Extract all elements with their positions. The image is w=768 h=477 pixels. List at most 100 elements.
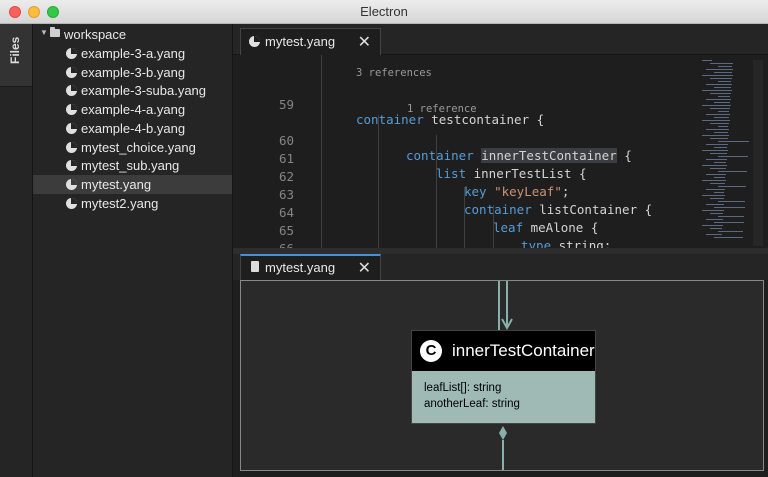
- codelens-references[interactable]: 1 reference: [407, 103, 477, 115]
- tree-file-item-selected[interactable]: mytest.yang: [33, 175, 232, 194]
- close-icon[interactable]: ✕: [358, 258, 371, 278]
- minimap-line: [710, 123, 729, 124]
- minimap-line: [706, 84, 732, 85]
- minimap-line: [702, 60, 712, 61]
- yang-file-icon: [66, 104, 77, 115]
- minimap-line: [718, 126, 728, 127]
- editor-tab-bar: mytest.yang ✕: [233, 24, 768, 55]
- tree-file-item[interactable]: mytest2.yang: [33, 194, 232, 213]
- yang-file-icon: [66, 48, 77, 59]
- minimap-line: [702, 120, 730, 121]
- minimap-line: [702, 135, 729, 136]
- minimap-line: [706, 144, 728, 145]
- minimap-line: [714, 117, 729, 118]
- close-icon[interactable]: ✕: [358, 32, 371, 52]
- tree-file-item[interactable]: example-4-a.yang: [33, 100, 232, 119]
- yang-file-icon: [66, 67, 77, 78]
- tree-file-label: mytest_choice.yang: [81, 140, 196, 155]
- minimap-line: [706, 129, 729, 130]
- minimap-line: [718, 111, 729, 112]
- tree-file-label: example-3-suba.yang: [81, 83, 207, 98]
- class-attribute: leafList[]: string: [424, 382, 502, 394]
- code-line: 62 key "keyLeaf";: [240, 154, 700, 199]
- minimap-line: [710, 138, 728, 139]
- minimap-line: [706, 69, 733, 70]
- files-side-tab[interactable]: Files: [0, 24, 32, 87]
- minimap-line: [714, 222, 744, 223]
- tree-file-label: mytest.yang: [81, 177, 152, 192]
- tree-file-item[interactable]: example-3-b.yang: [33, 63, 232, 82]
- app-window: Electron Files ▼ workspace example-3-a.y…: [0, 0, 768, 477]
- minimap-line: [718, 156, 748, 157]
- tree-file-label: example-3-b.yang: [81, 65, 186, 80]
- code-editor[interactable]: 3 references 59 container testcontainer …: [240, 55, 768, 248]
- minimap-line: [710, 183, 725, 184]
- document-icon: [251, 261, 259, 272]
- line-number: 66: [240, 241, 294, 248]
- diagram-tab-mytest[interactable]: mytest.yang ✕: [240, 254, 381, 280]
- code-line: 64 leaf meAlone {: [240, 190, 700, 235]
- minimap-line: [702, 150, 728, 151]
- yang-file-icon: [66, 198, 77, 209]
- line-number: 59: [278, 97, 294, 112]
- class-node-innertestcontainer[interactable]: C innerTestContainer leafList[]: string …: [411, 330, 596, 424]
- minimap-line: [706, 174, 726, 175]
- yang-file-icon: [249, 36, 260, 47]
- minimap-line: [702, 180, 726, 181]
- class-stereotype-icon: C: [420, 340, 442, 362]
- code-line: 60 container innerTestContainer {: [240, 118, 700, 163]
- minimap-line: [702, 75, 733, 76]
- tree-file-item[interactable]: mytest_sub.yang: [33, 156, 232, 175]
- minimap-line: [718, 171, 747, 172]
- minimap[interactable]: [700, 60, 752, 246]
- tree-file-item[interactable]: example-3-suba.yang: [33, 81, 232, 100]
- tree-file-label: mytest_sub.yang: [81, 158, 180, 173]
- minimap-line: [706, 159, 727, 160]
- minimap-line: [710, 93, 731, 94]
- minimap-line: [702, 105, 731, 106]
- minimap-line: [702, 210, 724, 211]
- editor-scrollbar[interactable]: [753, 60, 763, 246]
- class-attribute: anotherLeaf: string: [424, 398, 520, 410]
- class-name: innerTestContainer: [452, 341, 595, 360]
- window-title: Electron: [360, 4, 408, 19]
- minimap-line: [710, 213, 723, 214]
- minimap-line: [702, 225, 723, 226]
- editor-tab-mytest[interactable]: mytest.yang ✕: [240, 28, 381, 55]
- minimap-line: [718, 186, 746, 187]
- minimap-line: [718, 96, 730, 97]
- folder-icon: [50, 27, 60, 37]
- minimap-line: [706, 234, 722, 235]
- yang-file-icon: [66, 123, 77, 134]
- diagram-tab-label: mytest.yang: [265, 260, 336, 275]
- minimap-line: [718, 216, 744, 217]
- minimap-line: [718, 231, 743, 232]
- minimap-line: [714, 147, 727, 148]
- minimap-line: [706, 114, 730, 115]
- minimap-line: [714, 207, 745, 208]
- tree-file-item[interactable]: example-4-b.yang: [33, 119, 232, 138]
- code-line: 65 type string;: [240, 208, 700, 248]
- code-line: 63 container listContainer {: [240, 172, 700, 217]
- uml-diagram-canvas[interactable]: C innerTestContainer leafList[]: string …: [240, 280, 764, 471]
- codelens-references[interactable]: 3 references: [356, 67, 432, 79]
- minimap-line: [714, 132, 728, 133]
- minimap-line: [718, 66, 732, 67]
- minimap-line: [714, 72, 732, 73]
- code-line: 59 container testcontainer {: [240, 82, 700, 127]
- minimap-line: [706, 99, 731, 100]
- diagram-tab-bar: mytest.yang ✕: [233, 254, 768, 280]
- minimap-line: [710, 228, 722, 229]
- file-tree: ▼ workspace example-3-a.yang example-3-b…: [33, 24, 233, 477]
- yang-file-icon: [66, 179, 77, 190]
- code-line: 61 list innerTestList {: [240, 136, 700, 181]
- minimap-line: [718, 81, 731, 82]
- title-bar: Electron: [0, 0, 768, 24]
- tree-folder-workspace[interactable]: ▼ workspace: [33, 25, 232, 44]
- side-tab-strip: Files: [0, 24, 33, 477]
- tree-file-item[interactable]: mytest_choice.yang: [33, 138, 232, 157]
- tree-file-item[interactable]: example-3-a.yang: [33, 44, 232, 63]
- tree-file-label: example-4-a.yang: [81, 102, 186, 117]
- tree-file-label: example-4-b.yang: [81, 121, 186, 136]
- minimap-line: [710, 198, 724, 199]
